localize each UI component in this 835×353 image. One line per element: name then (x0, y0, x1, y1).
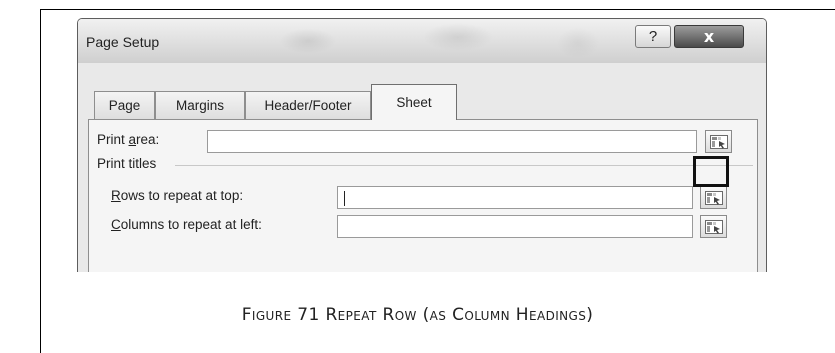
help-button[interactable]: ? (635, 25, 671, 48)
range-select-icon (709, 134, 728, 149)
print-area-collapse-button[interactable] (705, 130, 732, 153)
tab-margins[interactable]: Margins (155, 91, 245, 119)
columns-to-repeat-label: Columns to repeat at left: (111, 217, 262, 232)
help-icon: ? (648, 28, 658, 45)
rows-repeat-collapse-button[interactable] (700, 186, 727, 209)
text-caret (344, 191, 345, 206)
highlight-box (693, 156, 729, 187)
print-area-label-end: rea: (136, 132, 160, 147)
print-titles-label: Print titles (97, 156, 157, 171)
page-setup-dialog: Page Setup ? x Page Margins Header/Foote… (77, 18, 767, 272)
rows-to-repeat-label: Rows to repeat at top: (111, 188, 243, 203)
dialog-title: Page Setup (86, 34, 160, 50)
print-area-input[interactable] (207, 130, 697, 153)
close-button[interactable]: x (674, 25, 744, 48)
range-select-icon (704, 190, 723, 205)
sheet-tab-panel: Print area: Print titles Rows to repeat … (88, 119, 758, 272)
print-titles-separator (175, 165, 753, 166)
frame-top-border (40, 9, 835, 10)
figure-caption: Figure 71 Repeat Row (as Column Headings… (241, 305, 594, 325)
rows-repeat-accelerator: R (111, 188, 121, 203)
tab-sheet[interactable]: Sheet (371, 84, 457, 120)
rows-repeat-label-end: ows to repeat at top: (120, 188, 244, 203)
frame-left-border (40, 9, 41, 353)
tab-page[interactable]: Page (94, 91, 155, 119)
close-icon: x (703, 27, 715, 46)
columns-to-repeat-input[interactable] (337, 215, 693, 238)
print-area-label: Print area: (97, 132, 159, 147)
cols-repeat-accelerator: C (111, 217, 121, 232)
document-frame: Page Setup ? x Page Margins Header/Foote… (0, 0, 835, 353)
cols-repeat-label-end: olumns to repeat at left: (120, 217, 262, 232)
range-select-icon (704, 219, 723, 234)
dialog-titlebar: Page Setup ? x (78, 19, 766, 63)
rows-to-repeat-input[interactable] (337, 186, 693, 209)
print-area-label-start: Print (97, 132, 129, 147)
tab-header-footer[interactable]: Header/Footer (245, 91, 371, 119)
print-area-accelerator: a (128, 132, 137, 147)
cols-repeat-collapse-button[interactable] (700, 215, 727, 238)
